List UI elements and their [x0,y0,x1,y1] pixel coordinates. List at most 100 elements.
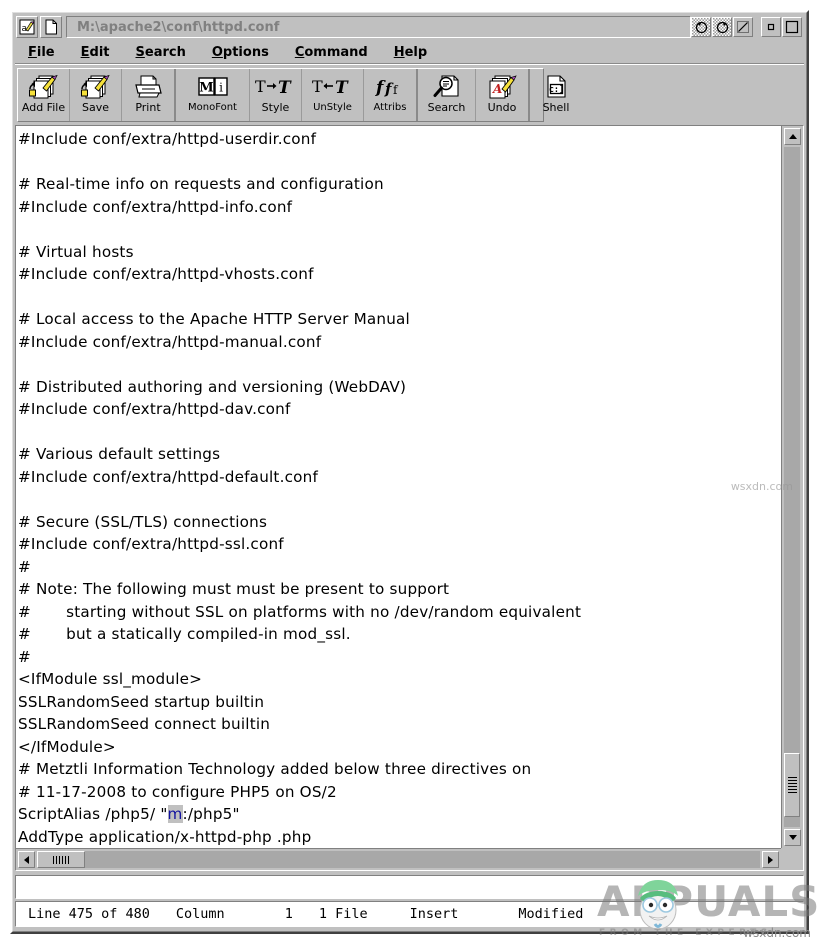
search-icon [418,73,475,101]
arrow-right-icon [768,855,773,864]
code-line: #Include conf/extra/httpd-dav.conf [18,400,291,418]
scroll-down-button[interactable] [784,829,801,846]
code-line: # [18,557,31,576]
horizontal-scroll-thumb[interactable] [37,851,85,868]
menu-label-edit-rest: dit [89,44,110,60]
style-label: Style [261,101,290,114]
menu-item-edit[interactable]: Edit [68,45,123,60]
code-line: # Note: The following must must be prese… [18,580,450,598]
title-bar: a M:\apache2\conf\httpd.conf [15,15,804,39]
menu-bar: File Edit Search Options Command Help [15,41,804,64]
scroll-right-button[interactable] [762,851,779,868]
undo-icon: A [476,73,528,101]
toolbar-group-shell: c:] Shell [530,69,582,121]
add-file-icon [18,73,69,101]
monofont-icon: M i [176,73,249,101]
search-label: Search [427,101,466,114]
monofont-button[interactable]: M i MonoFont [176,69,250,121]
code-line: AddType application/x-httpd-php .php [18,827,312,846]
scroll-up-button[interactable] [784,128,801,145]
shell-button[interactable]: c:] Shell [530,69,582,121]
unstyle-button[interactable]: T T UnStyle [302,69,364,121]
code-line: # Distributed authoring and versioning (… [18,377,407,396]
save-label: Save [81,101,109,114]
undo-label: Undo [487,101,517,114]
code-line: # Local access to the Apache HTTP Server… [18,310,410,328]
svg-text:T: T [278,78,292,98]
window-title: M:\apache2\conf\httpd.conf [77,19,280,35]
print-icon [122,73,174,101]
code-line-selected: ScriptAlias /php5/ "m:/php5" [18,803,781,826]
editor-icon[interactable]: a [16,16,38,38]
window-controls [691,17,804,37]
menu-label-file-rest: ile [36,44,55,60]
menu-item-help[interactable]: Help [381,45,440,60]
scroll-left-button[interactable] [18,851,35,868]
editor-frame: #Include conf/extra/httpd-userdir.conf #… [15,125,804,871]
vertical-scrollbar[interactable] [781,126,803,848]
horizontal-scroll-track[interactable] [37,851,760,868]
toolbar-group-file: Add File Save Print [18,69,176,121]
svg-text:T: T [335,78,349,98]
text-selection[interactable]: m [167,805,183,823]
attribs-button[interactable]: f f f Attribs [364,69,416,121]
attribs-label: Attribs [373,102,407,113]
arrow-down-icon [788,835,797,840]
vertical-scroll-track[interactable] [784,147,800,827]
code-line: <IfModule ssl_module> [18,670,203,688]
status-bar: Line 475 of 480 Column 1 1 File Insert M… [15,901,804,927]
title-text-container: M:\apache2\conf\httpd.conf [66,16,691,38]
toolbar-group-edit: Search A Undo [418,69,530,121]
code-line: # starting without SSL on platforms with… [18,602,582,621]
code-line: # [18,647,31,666]
code-line: SSLRandomSeed startup builtin [18,692,265,711]
menu-item-file[interactable]: File [15,45,68,60]
menu-label-search-rest: earch [144,44,186,60]
editor-text-area[interactable]: #Include conf/extra/httpd-userdir.conf #… [16,126,781,848]
status-column-label: Column [175,906,225,922]
search-button[interactable]: Search [418,69,476,121]
print-label: Print [135,101,161,114]
minimize-button[interactable] [733,17,753,37]
menu-label-command-rest: ommand [304,44,368,60]
status-line-info: Line 475 of 480 [28,906,150,922]
monofont-label: MonoFont [188,102,237,113]
menu-label-help-rest: elp [404,44,428,60]
menu-item-search[interactable]: Search [123,45,199,60]
save-button[interactable]: Save [70,69,122,121]
svg-text:a: a [22,24,28,34]
svg-text:i: i [219,81,223,95]
toolbar-group-format: M i MonoFont T T Style T T UnStyle f f f… [176,69,418,121]
close-button[interactable] [782,17,802,37]
print-button[interactable]: Print [122,69,174,121]
menu-label-options-rest: ptions [222,44,269,60]
svg-text:T: T [255,77,266,96]
status-column-value: 1 [284,906,293,922]
code-line-prefix: ScriptAlias /php5/ " [18,805,168,823]
code-line: SSLRandomSeed connect builtin [18,715,271,733]
code-line: # Secure (SSL/TLS) connections [18,512,268,531]
undo-button[interactable]: A Undo [476,69,528,121]
hide-button[interactable] [691,17,711,37]
menu-item-options[interactable]: Options [199,45,282,60]
shell-label: Shell [542,101,570,114]
document-icon[interactable] [40,16,62,38]
menu-item-command[interactable]: Command [282,45,381,60]
code-line: #Include conf/extra/httpd-ssl.conf [18,535,284,553]
restore-button[interactable] [712,17,732,37]
vertical-scroll-thumb[interactable] [784,753,800,817]
arrow-up-icon [788,134,797,139]
maximize-button[interactable] [761,17,781,37]
code-line: # Metztli Information Technology added b… [18,760,532,778]
svg-text:M: M [199,81,213,96]
horizontal-scrollbar[interactable] [16,848,781,870]
style-button[interactable]: T T Style [250,69,302,121]
code-line: #Include conf/extra/httpd-vhosts.conf [18,265,314,283]
arrow-left-icon [24,855,29,864]
toolbar-panel: Add File Save Print M i MonoFont T T Sty… [17,68,569,122]
add-file-button[interactable]: Add File [18,69,70,121]
command-line-input[interactable] [15,875,804,899]
